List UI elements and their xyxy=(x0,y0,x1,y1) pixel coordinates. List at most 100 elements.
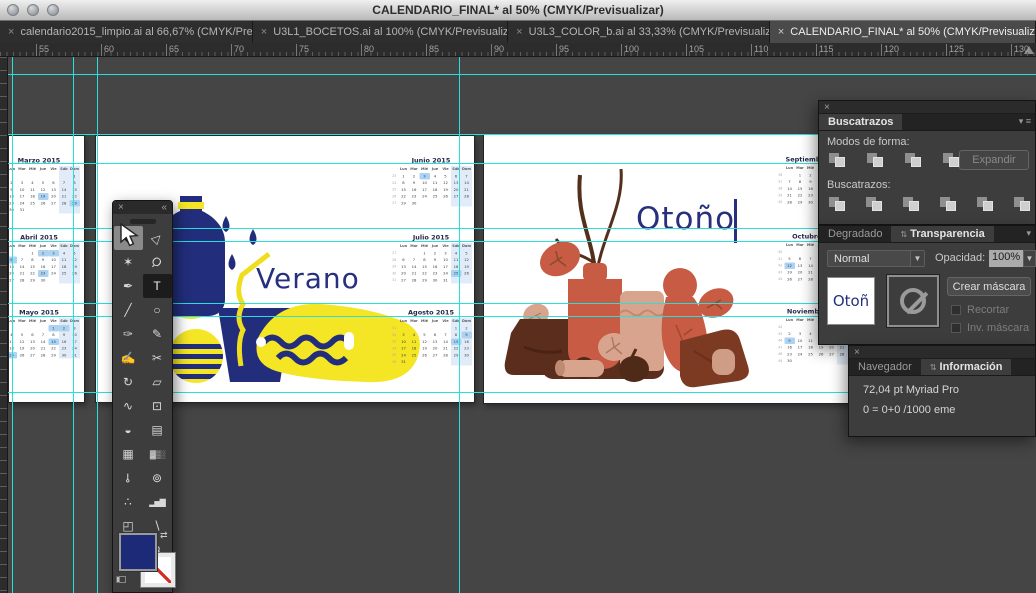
magic-wand-tool[interactable]: ✶ xyxy=(114,250,143,274)
line-tool[interactable]: ╱ xyxy=(114,298,143,322)
unite-icon[interactable] xyxy=(827,151,851,169)
scissors-tool[interactable]: ✂ xyxy=(143,346,172,370)
tools-panel-close-icon[interactable]: × xyxy=(118,203,124,213)
tab-buscatrazos[interactable]: Buscatrazos xyxy=(819,114,902,130)
perspective-grid-tool[interactable]: ▤ xyxy=(143,418,172,442)
front-square xyxy=(983,201,993,211)
tab-close-icon[interactable]: × xyxy=(516,26,522,38)
ruler-number: 60 xyxy=(101,44,114,56)
verano-text-object[interactable]: Verano xyxy=(256,262,360,295)
minus-front-icon[interactable] xyxy=(865,151,889,169)
object-thumbnail[interactable]: Otoñ xyxy=(827,277,875,325)
paintbrush-tool[interactable]: ✑ xyxy=(114,322,143,346)
swap-fill-stroke-icon[interactable]: ⇄ xyxy=(160,530,168,541)
opacity-field[interactable]: 100% ▼ xyxy=(989,250,1036,267)
artboard-otono[interactable]: Otoño Septiembre 2015LunMarMiéJueVieSábD… xyxy=(483,134,862,404)
width-tool[interactable]: ∿ xyxy=(114,394,143,418)
free-transform-tool[interactable]: ⊡ xyxy=(143,394,172,418)
pathfinder-panel-close-icon[interactable]: × xyxy=(824,102,830,113)
blob-brush-tool-icon: ✍ xyxy=(121,351,136,365)
tools-panel-collapse-icon[interactable]: « xyxy=(161,203,167,213)
artboard-tool-icon: ◰ xyxy=(122,519,133,533)
kerning-info-line: 0 = 0+0 /1000 eme xyxy=(863,404,955,416)
minimize-window-button[interactable] xyxy=(27,4,39,16)
horizontal-guide[interactable] xyxy=(8,74,1036,75)
document-tabbar: × calendario2015_limpio.ai al 66,67% (CMY… xyxy=(0,21,1036,43)
tab-close-icon[interactable]: × xyxy=(261,26,267,38)
crop-icon[interactable] xyxy=(938,195,962,213)
rotate-tool[interactable]: ↻ xyxy=(114,370,143,394)
transparency-panel: Degradado ⇅ Transparencia ▾ Normal ▼ Opa… xyxy=(818,225,1036,345)
zoom-window-button[interactable] xyxy=(47,4,59,16)
calendar-month-agosto: Agosto 2015LunMarMiéJueVieSábDom31123234… xyxy=(387,309,475,365)
divide-icon[interactable] xyxy=(827,195,851,213)
fill-color-swatch[interactable] xyxy=(119,533,157,571)
document-tab[interactable]: ×U3L1_BOCETOS.ai al 100% (CMYK/Previsual… xyxy=(253,21,508,43)
clip-checkbox[interactable]: Recortar xyxy=(951,304,1009,316)
vertical-guide[interactable] xyxy=(97,57,98,593)
blend-mode-dropdown[interactable]: Normal ▼ xyxy=(827,250,925,267)
direct-selection-tool[interactable]: ▷ xyxy=(143,226,172,250)
gradient-tool[interactable]: ▓▒░ xyxy=(143,442,172,466)
window-title: CALENDARIO_FINAL* al 50% (CMYK/Previsual… xyxy=(0,3,1036,17)
blend-tool[interactable]: ⊚ xyxy=(143,466,172,490)
no-mask-icon xyxy=(900,288,926,314)
invert-mask-checkbox[interactable]: Inv. máscara xyxy=(951,322,1029,334)
eyedropper-tool[interactable]: ⊸ xyxy=(114,466,143,490)
tab-close-icon[interactable]: × xyxy=(8,26,14,38)
front-square xyxy=(911,157,921,167)
outline-icon[interactable] xyxy=(975,195,999,213)
make-mask-button[interactable]: Crear máscara xyxy=(947,277,1031,296)
illustrator-window: CALENDARIO_FINAL* al 50% (CMYK/Previsual… xyxy=(0,0,1036,593)
document-tab[interactable]: ×CALENDARIO_FINAL* al 50% (CMYK/Previsua… xyxy=(770,21,1036,43)
close-window-button[interactable] xyxy=(7,4,19,16)
lasso-tool[interactable]: Ϙ xyxy=(143,250,172,274)
trim-icon[interactable] xyxy=(864,195,888,213)
otono-text-object[interactable]: Otoño xyxy=(636,201,735,237)
vertical-guide[interactable] xyxy=(459,57,460,593)
ellipse-tool-icon: ○ xyxy=(153,303,160,317)
panel-menu-icon[interactable]: ▾ ≡ xyxy=(1019,116,1031,127)
front-square xyxy=(873,157,883,167)
blob-brush-tool[interactable]: ✍ xyxy=(114,346,143,370)
pen-tool-icon: ✒ xyxy=(123,279,133,293)
pencil-tool[interactable]: ✎ xyxy=(143,322,172,346)
type-tool[interactable]: T xyxy=(143,274,172,298)
pen-tool[interactable]: ✒ xyxy=(114,274,143,298)
tab-transparencia[interactable]: ⇅ Transparencia xyxy=(891,226,993,242)
document-tab[interactable]: × calendario2015_limpio.ai al 66,67% (CMY… xyxy=(0,21,253,43)
merge-icon[interactable] xyxy=(901,195,925,213)
perspective-grid-tool-icon: ▤ xyxy=(151,423,162,437)
info-panel-close-icon[interactable]: × xyxy=(854,347,860,358)
tab-degradado[interactable]: Degradado xyxy=(819,226,891,242)
symbol-sprayer-tool[interactable]: ∴ xyxy=(114,490,143,514)
column-graph-tool[interactable]: ▂▅▇ xyxy=(143,490,172,514)
rotate-tool-icon: ↻ xyxy=(123,375,133,389)
panel-menu-icon[interactable]: ▾ xyxy=(1026,228,1031,239)
intersect-icon[interactable] xyxy=(903,151,927,169)
vertical-ruler[interactable] xyxy=(0,57,8,593)
shape-modes-label: Modos de forma: xyxy=(827,136,910,148)
tab-close-icon[interactable]: × xyxy=(778,26,784,38)
front-square xyxy=(835,157,845,167)
default-fill-stroke-icon[interactable] xyxy=(116,573,126,585)
ellipse-tool[interactable]: ○ xyxy=(143,298,172,322)
expand-button[interactable]: Expandir xyxy=(959,150,1029,170)
vertical-guide[interactable] xyxy=(73,57,74,593)
scale-tool[interactable]: ▱ xyxy=(143,370,172,394)
horizontal-ruler[interactable]: 556065707580859095100105110115120125130 xyxy=(0,43,1036,57)
document-tab[interactable]: ×U3L3_COLOR_b.ai al 33,33% (CMYK/Previsu… xyxy=(508,21,770,43)
tab-informacion[interactable]: ⇅ Información xyxy=(921,359,1012,375)
mask-thumbnail[interactable] xyxy=(887,275,939,327)
vertical-guide[interactable] xyxy=(12,57,13,593)
panel-cycle-icon: ⇅ xyxy=(900,230,907,239)
ruler-number: 120 xyxy=(881,44,899,56)
blend-tool-icon: ⊚ xyxy=(152,471,162,485)
front-square xyxy=(949,157,959,167)
mesh-tool[interactable]: ▦ xyxy=(114,442,143,466)
tab-navegador[interactable]: Navegador xyxy=(849,359,921,375)
tab-label: calendario2015_limpio.ai al 66,67% (CMYK… xyxy=(20,26,252,38)
minus-back-icon[interactable] xyxy=(1012,195,1036,213)
shape-builder-tool[interactable]: ◒ xyxy=(114,418,143,442)
ruler-number: 85 xyxy=(426,44,439,56)
